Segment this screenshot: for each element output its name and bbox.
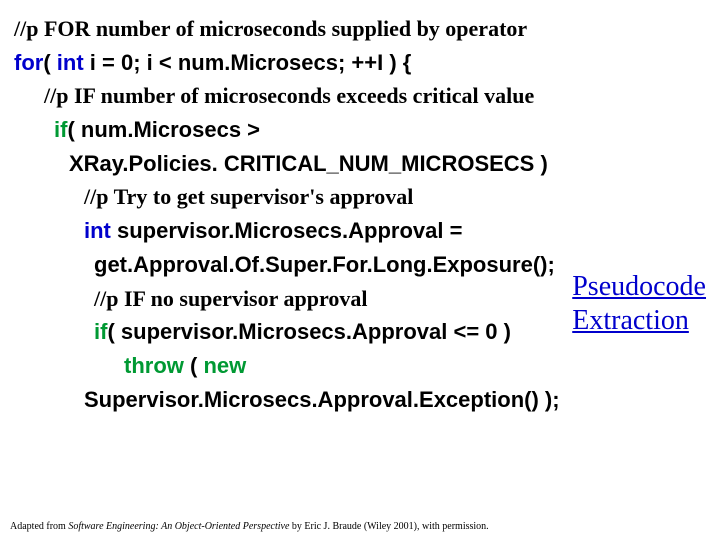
- callout-line1: Pseudocode: [572, 270, 706, 304]
- footer-pre: Adapted from: [10, 521, 68, 532]
- text: ( num.Microsecs >: [67, 117, 260, 142]
- text: i = 0; i < num.Microsecs; ++I ) {: [84, 50, 412, 75]
- keyword-new: new: [203, 353, 246, 378]
- for-statement: for( int i = 0; i < num.Microsecs; ++I )…: [14, 48, 706, 78]
- footer-book: Software Engineering: An Object-Oriented…: [68, 521, 289, 532]
- keyword-for: for: [14, 50, 43, 75]
- callout-line2: Extraction: [572, 304, 706, 338]
- keyword-int: int: [84, 218, 111, 243]
- keyword-if: if: [94, 319, 107, 344]
- callout-label: Pseudocode Extraction: [572, 270, 706, 337]
- keyword-int: int: [57, 50, 84, 75]
- approval-decl: int supervisor.Microsecs.Approval =: [84, 216, 706, 246]
- exception-line: Supervisor.Microsecs.Approval.Exception(…: [84, 385, 706, 415]
- text: supervisor.Microsecs.Approval =: [111, 218, 463, 243]
- comment-approval: //p Try to get supervisor's approval: [84, 182, 706, 212]
- critical-constant: XRay.Policies. CRITICAL_NUM_MICROSECS ): [69, 149, 706, 179]
- footer-credit: Adapted from Software Engineering: An Ob…: [10, 521, 489, 532]
- keyword-throw: throw: [124, 353, 190, 378]
- footer-post: by Eric J. Braude (Wiley 2001), with per…: [289, 521, 488, 532]
- comment-if-critical: //p IF number of microseconds exceeds cr…: [44, 81, 706, 111]
- throw-line: throw ( new: [124, 351, 706, 381]
- text: (: [190, 353, 203, 378]
- text: ( supervisor.Microsecs.Approval <= 0 ): [107, 319, 511, 344]
- if-critical: if( num.Microsecs >: [54, 115, 706, 145]
- comment-for: //p FOR number of microseconds supplied …: [14, 14, 706, 44]
- text: (: [43, 50, 56, 75]
- keyword-if: if: [54, 117, 67, 142]
